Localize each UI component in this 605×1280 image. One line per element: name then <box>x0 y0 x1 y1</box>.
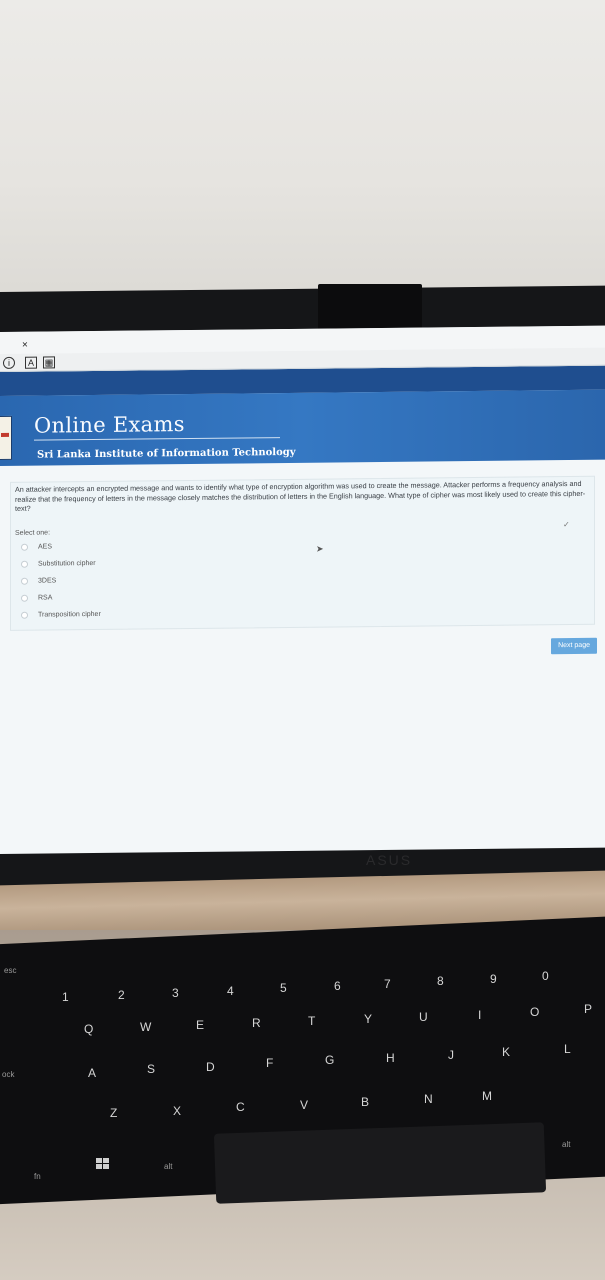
radio-button[interactable] <box>21 560 28 568</box>
radio-button[interactable] <box>21 577 28 585</box>
key-caps-lock[interactable]: ock <box>2 1070 14 1079</box>
key-z[interactable]: Z <box>110 1106 117 1120</box>
laptop-brand-logo: ASUS <box>366 852 413 868</box>
site-header: Online Exams Sri Lanka Institute of Info… <box>0 389 605 466</box>
radio-button[interactable] <box>21 543 28 551</box>
key-g[interactable]: G <box>325 1053 334 1067</box>
key-d[interactable]: D <box>206 1060 215 1074</box>
answer-options: AES Substitution cipher 3DES RSA Transpo… <box>15 532 590 623</box>
calculator-icon[interactable]: ▦ <box>43 356 55 369</box>
key-p[interactable]: P <box>584 1002 592 1016</box>
option-label: AES <box>38 542 53 551</box>
key-s[interactable]: S <box>147 1062 155 1076</box>
option-label: RSA <box>38 593 53 602</box>
key-q[interactable]: Q <box>84 1022 93 1036</box>
key-f[interactable]: F <box>266 1056 273 1070</box>
key-6[interactable]: 6 <box>334 979 341 993</box>
main-content: An attacker intercepts an encrypted mess… <box>0 460 605 655</box>
key-l[interactable]: L <box>564 1042 571 1056</box>
key-v[interactable]: V <box>300 1098 308 1112</box>
key-5[interactable]: 5 <box>280 981 287 995</box>
webcam-cover <box>318 284 422 334</box>
key-x[interactable]: X <box>173 1104 181 1118</box>
next-page-button[interactable]: Next page <box>551 637 597 655</box>
question-card: An attacker intercepts an encrypted mess… <box>10 475 595 631</box>
key-c[interactable]: C <box>236 1100 245 1114</box>
key-7[interactable]: 7 <box>384 977 391 991</box>
wall-background <box>0 0 605 300</box>
key-j[interactable]: J <box>448 1048 454 1062</box>
key-r[interactable]: R <box>252 1016 261 1030</box>
key-a[interactable]: A <box>88 1066 96 1080</box>
info-icon[interactable]: i <box>3 356 15 369</box>
key-i[interactable]: I <box>478 1008 481 1022</box>
key-y[interactable]: Y <box>364 1012 372 1026</box>
radio-button[interactable] <box>21 611 28 619</box>
institution-logo <box>0 415 12 461</box>
windows-key-icon[interactable] <box>96 1158 110 1170</box>
key-h[interactable]: H <box>386 1051 395 1065</box>
key-n[interactable]: N <box>424 1092 433 1106</box>
title-divider <box>34 437 280 441</box>
key-esc[interactable]: esc <box>4 966 16 975</box>
key-k[interactable]: K <box>502 1045 510 1059</box>
spacebar[interactable] <box>213 1122 547 1204</box>
option-label: Substitution cipher <box>38 559 96 568</box>
key-4[interactable]: 4 <box>227 984 234 998</box>
close-tab-icon[interactable]: × <box>22 340 28 351</box>
key-b[interactable]: B <box>361 1095 369 1109</box>
key-e[interactable]: E <box>196 1018 204 1032</box>
key-0[interactable]: 0 <box>542 969 549 983</box>
mouse-cursor-icon: ➤ <box>316 543 324 554</box>
key-w[interactable]: W <box>140 1020 151 1034</box>
key-1[interactable]: 1 <box>62 990 69 1004</box>
question-text: An attacker intercepts an encrypted mess… <box>15 478 586 513</box>
key-m[interactable]: M <box>482 1089 492 1103</box>
pdf-icon[interactable]: A <box>25 356 37 369</box>
radio-button[interactable] <box>21 594 28 602</box>
key-o[interactable]: O <box>530 1005 539 1019</box>
key-t[interactable]: T <box>308 1014 315 1028</box>
key-3[interactable]: 3 <box>172 986 179 1000</box>
key-9[interactable]: 9 <box>490 972 497 986</box>
site-title: Online Exams <box>34 412 185 438</box>
institution-name: Sri Lanka Institute of Information Techn… <box>37 446 296 461</box>
key-u[interactable]: U <box>419 1010 428 1024</box>
key-2[interactable]: 2 <box>118 988 125 1002</box>
key-alt-right[interactable]: alt <box>562 1140 570 1149</box>
option-label: 3DES <box>38 576 57 585</box>
key-alt-left[interactable]: alt <box>164 1162 172 1171</box>
key-fn[interactable]: fn <box>34 1172 41 1181</box>
laptop-screen: × i A ▦ Online Exams Sri Lanka Institute… <box>0 325 605 855</box>
option-label: Transposition cipher <box>38 610 101 619</box>
flag-icon[interactable]: ✓ <box>563 520 570 529</box>
key-8[interactable]: 8 <box>437 974 444 988</box>
